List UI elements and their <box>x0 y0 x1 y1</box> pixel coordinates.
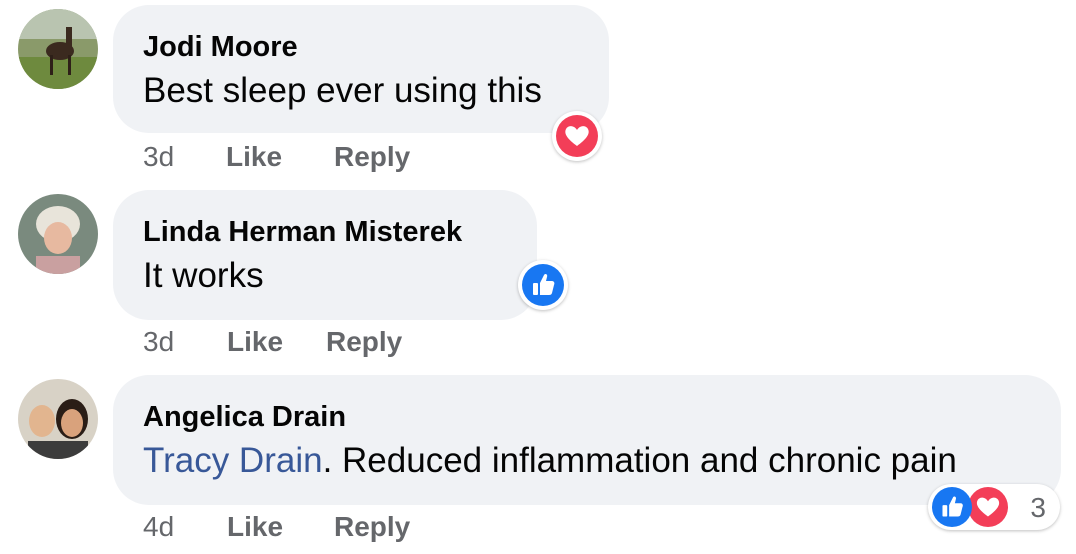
like-button[interactable]: Like <box>227 511 283 543</box>
reaction-badge[interactable] <box>552 111 602 161</box>
avatar[interactable] <box>18 194 98 274</box>
reaction-count: 3 <box>1030 492 1046 523</box>
heart-icon <box>968 487 1008 527</box>
avatar[interactable] <box>18 9 98 89</box>
comment-bubble: Linda Herman Misterek It works <box>113 190 537 320</box>
mention-link[interactable]: Tracy Drain <box>143 441 323 480</box>
comment-item: Linda Herman Misterek It works 3d Like R… <box>0 185 1076 370</box>
reaction-summary[interactable]: 3 <box>928 484 1060 530</box>
heart-icon <box>556 115 598 157</box>
comment-text: It works <box>143 256 264 295</box>
comment-text-body: . Reduced inflammation and chronic pain <box>322 441 957 480</box>
comment-item: Angelica Drain Tracy Drain. Reduced infl… <box>0 370 1076 554</box>
like-button[interactable]: Like <box>226 141 282 173</box>
like-button[interactable]: Like <box>227 326 283 358</box>
reaction-badge[interactable] <box>518 260 568 310</box>
reply-button[interactable]: Reply <box>326 326 402 358</box>
thumbs-up-icon <box>522 264 564 306</box>
comment-item: Jodi Moore Best sleep ever using this 3d… <box>0 0 1076 185</box>
comment-author[interactable]: Linda Herman Misterek <box>143 216 462 249</box>
comment-text: Best sleep ever using this <box>143 71 542 110</box>
comment-timestamp[interactable]: 3d <box>143 141 174 173</box>
comment-bubble: Jodi Moore Best sleep ever using this <box>113 5 609 133</box>
reply-button[interactable]: Reply <box>334 511 410 543</box>
avatar-image <box>18 9 98 89</box>
comment-author[interactable]: Jodi Moore <box>143 31 298 64</box>
thumbs-up-icon <box>932 487 972 527</box>
comment-bubble: Angelica Drain Tracy Drain. Reduced infl… <box>113 375 1061 505</box>
comment-timestamp[interactable]: 3d <box>143 326 174 358</box>
avatar-image <box>18 379 98 459</box>
comment-text: Tracy Drain. Reduced inflammation and ch… <box>143 441 957 481</box>
avatar[interactable] <box>18 379 98 459</box>
avatar-image <box>18 194 98 274</box>
reply-button[interactable]: Reply <box>334 141 410 173</box>
comment-timestamp[interactable]: 4d <box>143 511 174 543</box>
comment-author[interactable]: Angelica Drain <box>143 401 346 434</box>
